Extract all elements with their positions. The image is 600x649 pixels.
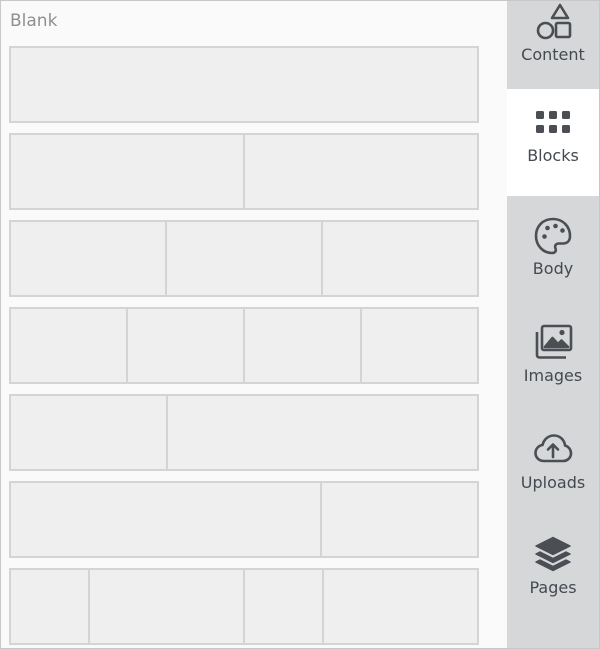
- sidebar-item-label: Uploads: [520, 473, 586, 492]
- block-layout-1-2-1-2-col[interactable]: [9, 568, 479, 645]
- block-column: [9, 394, 168, 471]
- block-column: [243, 133, 479, 210]
- block-column: [165, 220, 323, 297]
- block-column: [321, 568, 479, 645]
- block-column: [9, 133, 245, 210]
- cloud-upload-icon: [534, 434, 573, 463]
- palette-icon: [534, 217, 572, 255]
- block-layout-2-col[interactable]: [9, 133, 479, 210]
- block-column: [9, 568, 90, 645]
- block-column: [9, 46, 479, 123]
- sidebar-item-label: Body: [532, 259, 574, 278]
- block-column: [9, 481, 323, 558]
- shapes-icon: [536, 3, 572, 40]
- block-column: [87, 568, 245, 645]
- block-layout-3-col[interactable]: [9, 220, 479, 297]
- block-column: [360, 307, 479, 384]
- sidebar-item-blocks[interactable]: Blocks: [507, 89, 599, 196]
- block-column: [9, 220, 167, 297]
- sidebar-nav: Content Blocks Body Images Uploads Pages: [507, 1, 599, 648]
- block-column: [243, 568, 324, 645]
- sidebar-item-pages[interactable]: Pages: [507, 521, 599, 628]
- sidebar-item-uploads[interactable]: Uploads: [507, 416, 599, 523]
- block-column: [243, 307, 362, 384]
- block-layout-2-1-col[interactable]: [9, 481, 479, 558]
- block-column: [126, 307, 245, 384]
- block-column: [165, 394, 479, 471]
- sidebar-item-images[interactable]: Images: [507, 309, 599, 416]
- sidebar-item-label: Images: [523, 366, 583, 385]
- section-title: Blank: [10, 11, 58, 31]
- images-icon: [535, 324, 573, 359]
- block-column: [320, 481, 479, 558]
- sidebar-item-label: Content: [521, 45, 585, 64]
- block-layout-4-col[interactable]: [9, 307, 479, 384]
- block-layout-1-col[interactable]: [9, 46, 479, 123]
- block-layout-1-2-col[interactable]: [9, 394, 479, 471]
- sidebar-item-content[interactable]: Content: [507, 1, 599, 95]
- sidebar-item-body[interactable]: Body: [507, 202, 599, 309]
- editor-frame: Blank Content Blocks Body Images Uploads…: [0, 0, 600, 649]
- block-column: [9, 307, 128, 384]
- grid-icon: [536, 111, 570, 133]
- sidebar-item-label: Blocks: [527, 146, 579, 165]
- block-column: [321, 220, 479, 297]
- sidebar-item-label: Pages: [529, 578, 577, 597]
- blocks-panel: Blank: [1, 1, 507, 648]
- layers-icon: [535, 536, 571, 572]
